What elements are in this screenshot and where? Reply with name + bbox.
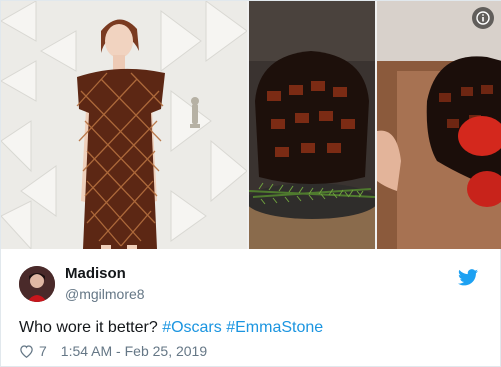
avatar[interactable] xyxy=(19,266,55,302)
twitter-bird-icon[interactable] xyxy=(458,269,478,291)
hashtag-oscars[interactable]: #Oscars xyxy=(162,319,222,336)
tweet-media[interactable] xyxy=(1,1,501,249)
tweet-text-prefix: Who wore it better? xyxy=(19,319,158,336)
like-count[interactable]: 7 xyxy=(39,343,47,359)
user-display-name[interactable]: Madison xyxy=(65,265,126,282)
timestamp[interactable]: 1:54 AM - Feb 25, 2019 xyxy=(61,343,207,359)
red-carpet-photo[interactable] xyxy=(1,1,247,249)
tweet-text: Who wore it better? #Oscars #EmmaStone xyxy=(19,319,323,337)
tweet-card[interactable]: Madison @mgilmore8 Who wore it better? #… xyxy=(0,0,501,367)
ham-photo-2[interactable] xyxy=(377,1,501,249)
info-icon xyxy=(476,11,490,25)
info-button[interactable] xyxy=(472,7,494,29)
user-handle[interactable]: @mgilmore8 xyxy=(65,286,145,302)
hashtag-emmastone[interactable]: #EmmaStone xyxy=(226,319,323,336)
tweet-meta: 7 1:54 AM - Feb 25, 2019 xyxy=(19,343,207,359)
ham-photo-1[interactable] xyxy=(249,1,375,249)
heart-icon[interactable] xyxy=(19,344,34,358)
